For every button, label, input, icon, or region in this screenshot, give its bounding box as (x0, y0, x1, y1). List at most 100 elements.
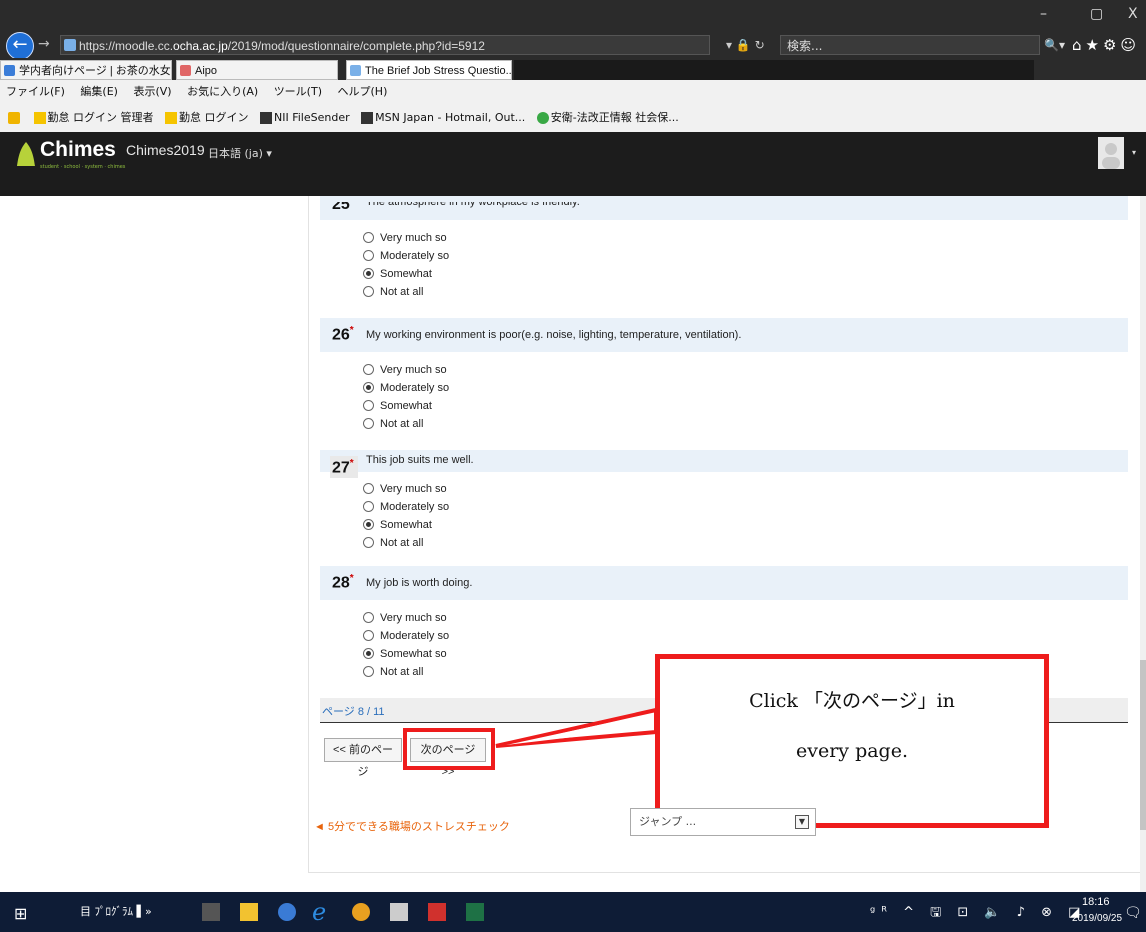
favorites-bar: 勤怠 ログイン 管理者 勤怠 ログイン NII FileSender MSN J… (0, 104, 1146, 133)
page-indicator: ページ 8 / 11 (322, 706, 385, 718)
instruction-line-2: every page. (795, 740, 908, 762)
minimize-button[interactable]: – (1040, 6, 1047, 22)
close-window-button[interactable]: X (1128, 6, 1138, 22)
system-tray-icons[interactable]: ᵍᴿ ^ 🖫 ⊡ 🔈 ♪ ⊗ ◪ (870, 903, 1086, 925)
tab-label: 学内者向けページ | お茶の水女子... (19, 65, 171, 77)
tab-favicon-icon (180, 65, 191, 76)
scrollbar-thumb[interactable] (1140, 660, 1146, 830)
q25-option-moderately[interactable]: Moderately so (363, 248, 449, 264)
radio-button[interactable] (363, 249, 374, 261)
q28-option-somewhat[interactable]: Somewhat so (363, 646, 447, 662)
cmd-app-icon[interactable] (202, 903, 220, 921)
radio-button[interactable] (363, 611, 374, 623)
jump-to-label: ジャンプ ... (639, 815, 697, 828)
radio-button[interactable] (363, 231, 374, 243)
q25-option-somewhat[interactable]: Somewhat (363, 266, 432, 282)
q27-option-somewhat[interactable]: Somewhat (363, 517, 432, 533)
back-to-course-link[interactable]: ◄ 5分でできる職場のストレスチェック (314, 818, 510, 834)
q28-option-very-much[interactable]: Very much so (363, 610, 447, 626)
radio-button-selected[interactable] (363, 518, 374, 530)
question-27-text: This job suits me well. (366, 454, 474, 466)
menu-view[interactable]: 表示(V) (133, 85, 171, 98)
q25-option-not-at-all[interactable]: Not at all (363, 284, 423, 300)
start-button-icon[interactable]: ⊞ (14, 904, 27, 923)
q27-option-moderately[interactable]: Moderately so (363, 499, 449, 515)
q28-option-not-at-all[interactable]: Not at all (363, 664, 423, 680)
back-button[interactable]: ← (6, 32, 34, 60)
favorite-link-attendance[interactable]: 勤怠 ログイン (165, 104, 249, 132)
clock-time[interactable]: 18:16 (1082, 896, 1110, 908)
jump-to-select[interactable]: ジャンプ ... ▼ (630, 808, 816, 836)
notification-icon[interactable]: 🗨 (1124, 905, 1142, 921)
window-titlebar (0, 0, 1146, 30)
clock-date[interactable]: 2019/09/25 (1072, 913, 1122, 924)
chimes-bell-logo-icon (17, 142, 35, 166)
q26-option-somewhat[interactable]: Somewhat (363, 398, 432, 414)
radio-button-selected[interactable] (363, 647, 374, 659)
address-controls[interactable]: ▾ 🔒 ↻ (726, 38, 765, 52)
instruction-line-1: Click 「次のページ」in (749, 690, 955, 712)
question-28-text: My job is worth doing. (366, 577, 473, 589)
previous-page-button[interactable]: << 前のページ (324, 738, 402, 778)
internet-explorer-app-icon[interactable]: e (312, 898, 326, 926)
dropdown-arrow-icon[interactable]: ▼ (795, 815, 809, 829)
home-favorites-settings-icons[interactable]: ⌂★⚙☺ (1072, 36, 1140, 54)
menu-edit[interactable]: 編集(E) (80, 85, 118, 98)
favorite-link-safety-law[interactable]: 安衛-法改正情報 社会保... (536, 104, 679, 132)
favorite-link-attendance-admin[interactable]: 勤怠 ログイン 管理者 (33, 104, 154, 132)
favorites-star-button[interactable] (8, 104, 22, 132)
tool-app-icon[interactable] (390, 903, 408, 921)
search-input[interactable]: 検索... (780, 35, 1040, 55)
tab-questionnaire[interactable]: The Brief Job Stress Questio... ✕ (346, 60, 512, 80)
question-25-header (320, 196, 1128, 220)
menu-bar: ファイル(F) 編集(E) 表示(V) お気に入り(A) ツール(T) ヘルプ(… (0, 80, 1146, 104)
radio-button[interactable] (363, 285, 374, 297)
tab-aipo[interactable]: Aipo (176, 60, 338, 80)
chrome-app-icon[interactable] (352, 903, 370, 921)
q26-option-moderately[interactable]: Moderately so (363, 380, 449, 396)
excel-app-icon[interactable] (466, 903, 484, 921)
radio-button[interactable] (363, 629, 374, 641)
site-name[interactable]: Chimes2019 (126, 142, 205, 158)
forward-button[interactable]: → (38, 36, 50, 52)
app-icon[interactable] (278, 903, 296, 921)
radio-button-selected[interactable] (363, 381, 374, 393)
address-bar[interactable]: https://moodle.cc.ocha.ac.jp/2019/mod/qu… (60, 35, 710, 55)
q28-option-moderately[interactable]: Moderately so (363, 628, 449, 644)
question-28-number: 28* (332, 573, 354, 592)
q26-option-not-at-all[interactable]: Not at all (363, 416, 423, 432)
favorite-link-msn[interactable]: MSN Japan - Hotmail, Out... (361, 104, 525, 132)
brand-logo[interactable]: Chimes (40, 138, 116, 162)
favorite-link-filesender[interactable]: NII FileSender (260, 104, 350, 132)
q27-option-very-much[interactable]: Very much so (363, 481, 447, 497)
radio-button[interactable] (363, 665, 374, 677)
menu-favorites[interactable]: お気に入り(A) (187, 85, 258, 98)
tab-portal[interactable]: 学内者向けページ | お茶の水女子... (0, 60, 172, 80)
q25-option-very-much[interactable]: Very much so (363, 230, 447, 246)
user-silhouette-icon (1102, 143, 1120, 169)
tab-label: The Brief Job Stress Questio... ✕ (365, 65, 512, 77)
radio-button[interactable] (363, 363, 374, 375)
q26-option-very-much[interactable]: Very much so (363, 362, 447, 378)
q27-option-not-at-all[interactable]: Not at all (363, 535, 423, 551)
menu-tools[interactable]: ツール(T) (274, 85, 322, 98)
radio-button[interactable] (363, 500, 374, 512)
radio-button[interactable] (363, 399, 374, 411)
radio-button[interactable] (363, 417, 374, 429)
callout-pointer-fill (506, 714, 650, 745)
acrobat-app-icon[interactable] (428, 903, 446, 921)
menu-help[interactable]: ヘルプ(H) (338, 85, 388, 98)
language-menu[interactable]: 日本語 (ja) ▾ (208, 145, 272, 161)
user-menu-caret-icon[interactable]: ▾ (1132, 148, 1136, 157)
task-view-programs[interactable]: 目 ﾌﾟﾛｸﾞﾗﾑ ▌» (80, 903, 152, 919)
radio-button[interactable] (363, 482, 374, 494)
radio-button[interactable] (363, 536, 374, 548)
radio-button-selected[interactable] (363, 267, 374, 279)
search-icon[interactable]: 🔍▾ (1044, 38, 1065, 52)
maximize-button[interactable]: ▢ (1090, 6, 1103, 22)
user-avatar[interactable] (1098, 137, 1124, 169)
menu-file[interactable]: ファイル(F) (6, 85, 65, 98)
tab-label: Aipo (195, 65, 218, 77)
safety-icon (536, 112, 549, 124)
explorer-app-icon[interactable] (240, 903, 258, 921)
